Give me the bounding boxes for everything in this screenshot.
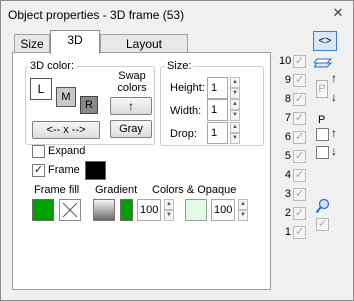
opaque1-down-icon[interactable]: ▼: [164, 210, 174, 221]
level-checkbox[interactable]: ✓: [293, 131, 306, 144]
height-down-icon[interactable]: ▼: [230, 88, 240, 99]
mirror-colors-button[interactable]: <-- x -->: [32, 121, 100, 139]
level-checkbox[interactable]: ✓: [293, 74, 306, 87]
p-up-checkbox[interactable]: [316, 128, 329, 141]
frame-checkbox[interactable]: ✓: [32, 164, 45, 177]
level-number: 4: [284, 169, 291, 181]
light-color-swatch[interactable]: L: [30, 78, 52, 100]
level-number: 10: [279, 55, 292, 67]
colors-opaque-label: Colors & Opaque: [152, 184, 237, 196]
light-fill-swatch[interactable]: [185, 199, 207, 221]
level-checkbox[interactable]: ✓: [293, 55, 306, 68]
gradient-label: Gradient: [95, 184, 138, 196]
toggle-panel-button[interactable]: <>: [313, 31, 337, 51]
swap-colors-label: Swap colors: [116, 70, 148, 94]
level-checkbox[interactable]: ✓: [293, 188, 306, 201]
swap-label-line1: Swap: [118, 70, 146, 82]
p-label: P: [318, 114, 326, 126]
gradient-preview[interactable]: [93, 199, 115, 221]
color3d-group-label: 3D color:: [28, 60, 77, 72]
level-number: 8: [284, 93, 291, 105]
opaque-spinner-2[interactable]: ▲ ▼: [238, 199, 248, 221]
level-checkbox[interactable]: ✓: [293, 207, 306, 220]
tab-3d[interactable]: 3D: [50, 30, 100, 54]
level-number: 7: [284, 112, 291, 124]
height-input[interactable]: 1: [207, 77, 228, 99]
width-down-icon[interactable]: ▼: [230, 110, 240, 121]
frame-fill-label: Frame fill: [34, 184, 80, 196]
frame-label: Frame: [48, 164, 80, 176]
level-checkbox[interactable]: ✓: [293, 112, 306, 125]
height-spinner[interactable]: ▲ ▼: [230, 77, 240, 99]
p-down-arrow-icon[interactable]: ↓: [331, 144, 337, 158]
p-down-checkbox[interactable]: [316, 146, 329, 159]
width-label: Width:: [170, 105, 202, 117]
expand-label: Expand: [48, 145, 86, 157]
opaque2-up-icon[interactable]: ▲: [238, 199, 248, 210]
fill-color-swatch[interactable]: [32, 199, 54, 221]
width-input[interactable]: 1: [207, 99, 228, 121]
level-number: 3: [284, 188, 291, 200]
level-checkbox[interactable]: ✓: [293, 93, 306, 106]
height-up-icon[interactable]: ▲: [230, 77, 240, 88]
layers-icon[interactable]: [313, 55, 334, 71]
cross-icon: [62, 202, 78, 218]
drop-spinner[interactable]: ▲ ▼: [230, 122, 240, 144]
opaque-spinner-1[interactable]: ▲ ▼: [164, 199, 174, 221]
move-up-arrow-icon[interactable]: ↑: [331, 72, 337, 84]
gradient-color-swatch[interactable]: [120, 199, 133, 221]
level-number: 2: [284, 207, 291, 219]
opaque-input-2[interactable]: 100: [211, 199, 235, 221]
zoom-checkbox[interactable]: ✓: [316, 218, 329, 231]
level-number: 9: [284, 74, 291, 86]
mid-color-swatch[interactable]: M: [56, 87, 76, 107]
size-group-label: Size:: [165, 60, 194, 72]
window-title: Object properties - 3D frame (53): [8, 8, 185, 22]
zoom-icon[interactable]: [315, 198, 331, 214]
level-number: 5: [284, 150, 291, 162]
dark-color-swatch[interactable]: R: [80, 96, 98, 114]
drop-label: Drop:: [170, 128, 197, 140]
no-fill-icon[interactable]: [59, 199, 81, 221]
swap-colors-button[interactable]: ↑: [110, 97, 152, 115]
level-number: 1: [284, 226, 291, 238]
move-down-arrow-icon[interactable]: ↓: [331, 91, 337, 103]
p-up-arrow-icon[interactable]: ↑: [331, 126, 337, 140]
width-up-icon[interactable]: ▲: [230, 99, 240, 110]
level-checkbox[interactable]: ✓: [293, 150, 306, 163]
level-checkbox[interactable]: ✓: [293, 226, 306, 239]
level-checkbox[interactable]: ✓: [293, 169, 306, 182]
drop-down-icon[interactable]: ▼: [230, 133, 240, 144]
gray-button[interactable]: Gray: [110, 120, 152, 138]
level-number: 6: [284, 131, 291, 143]
opaque-input-1[interactable]: 100: [137, 199, 161, 221]
opaque2-down-icon[interactable]: ▼: [238, 210, 248, 221]
close-button[interactable]: ✕: [330, 6, 346, 21]
height-label: Height:: [170, 82, 205, 94]
tab-layout-manager[interactable]: Layout manager: [100, 34, 188, 69]
drop-input[interactable]: 1: [207, 122, 228, 144]
width-spinner[interactable]: ▲ ▼: [230, 99, 240, 121]
drop-up-icon[interactable]: ▲: [230, 122, 240, 133]
swap-label-line2: colors: [117, 82, 147, 94]
expand-checkbox[interactable]: [32, 145, 45, 158]
opaque1-up-icon[interactable]: ▲: [164, 199, 174, 210]
p-button-disabled[interactable]: P: [316, 80, 328, 98]
frame-color-swatch[interactable]: [85, 161, 106, 180]
tab-size[interactable]: Size: [14, 34, 50, 54]
